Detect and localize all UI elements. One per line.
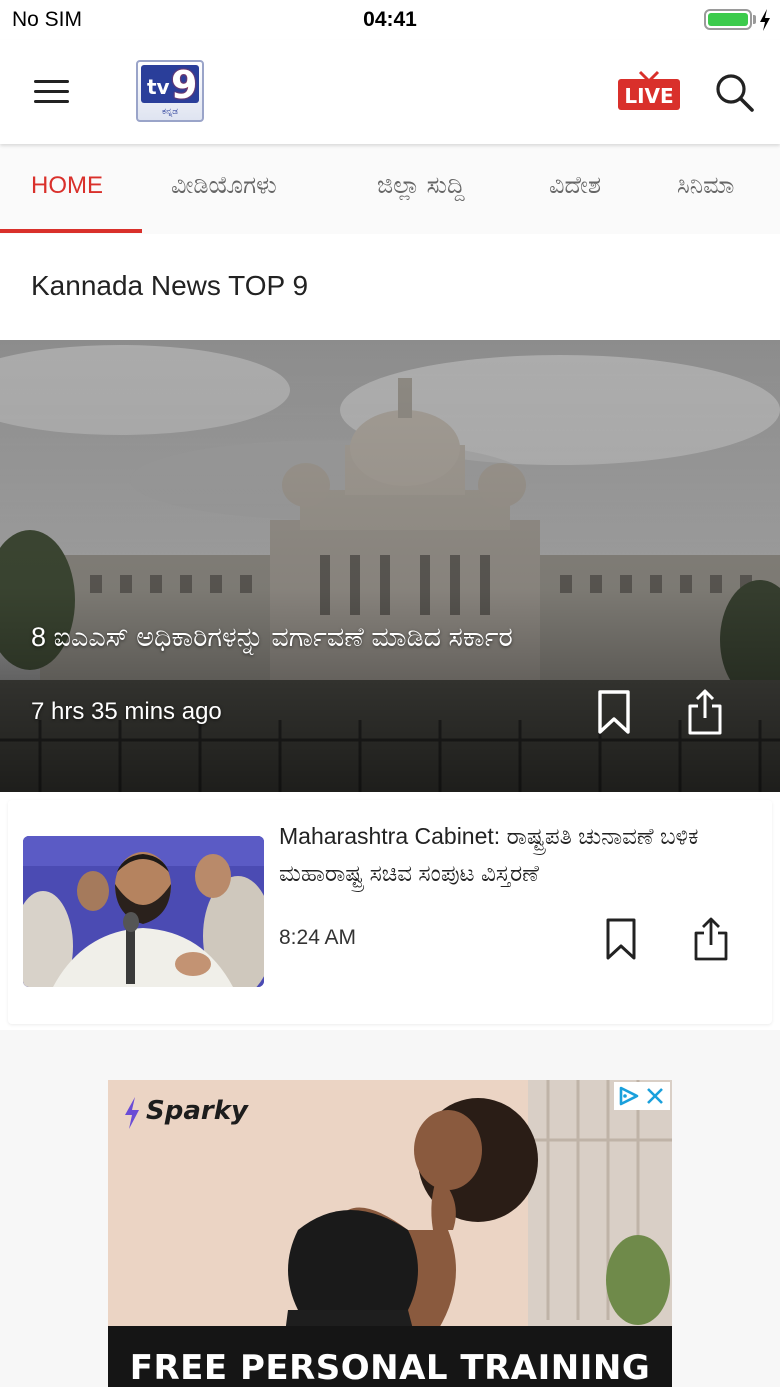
battery-tip [753,15,756,24]
share-icon[interactable] [692,916,730,962]
section-title: Kannada News TOP 9 [31,270,309,301]
tab-home[interactable]: HOME [31,172,103,200]
ad-choices-box [614,1082,670,1110]
status-bar: No SIM 04:41 [0,0,780,40]
hero-article[interactable]: 8 ಐಎಎಸ್ ಅಧಿಕಾರಿಗಳನ್ನು ವರ್ಗಾವಣೆ ಮಾಡಿದ ಸರ್… [0,340,780,792]
menu-icon[interactable] [34,76,72,106]
hero-timestamp: 7 hrs 35 mins ago [31,698,222,725]
logo-subtext: ಕನ್ನಡ [161,106,178,116]
app-header: tv 9 ಕನ್ನಡ LIVE [0,40,780,144]
bookmark-icon[interactable] [597,689,631,735]
tab-videos[interactable]: ವೀಡಿಯೊಗಳು [171,172,277,200]
sparky-bolt-icon [125,1097,139,1129]
battery-icon [704,9,752,30]
article-thumbnail [23,836,264,987]
ad-banner[interactable]: Sparky FREE PERSONAL TRAINING [108,1080,672,1387]
article-timestamp: 8:24 AM [279,926,357,949]
tab-cinema[interactable]: ಸಿನಿಮಾ [677,172,734,200]
live-label: LIVE [624,84,673,108]
article-headline[interactable]: Maharashtra Cabinet: ರಾಷ್ಟ್ರಪತಿ ಚುನಾವಣೆ … [279,818,749,892]
ad-cta-text[interactable]: FREE PERSONAL TRAINING [108,1348,672,1387]
active-tab-indicator [0,229,142,233]
charging-bolt-icon [760,9,770,31]
battery-level [708,13,748,26]
ad-brand-name: Sparky [146,1096,248,1126]
close-icon[interactable] [646,1087,664,1105]
hero-headline[interactable]: 8 ಐಎಎಸ್ ಅಧಿಕಾರಿಗಳನ್ನು ವರ್ಗಾವಣೆ ಮಾಡಿದ ಸರ್… [31,622,513,654]
live-tv-icon[interactable]: LIVE [618,70,680,112]
bookmark-icon[interactable] [605,917,637,961]
search-icon[interactable] [714,72,754,112]
tv9-logo[interactable]: tv 9 ಕನ್ನಡ [136,60,204,122]
category-tabs: HOME ವೀಡಿಯೊಗಳು ಜಿಲ್ಲಾ ಸುದ್ದಿ ವಿದೇಶ ಸಿನಿಮ… [0,144,780,234]
share-icon[interactable] [686,688,724,736]
clock: 04:41 [363,8,417,31]
adchoices-icon[interactable] [618,1086,640,1106]
tab-district-news[interactable]: ಜಿಲ್ಲಾ ಸುದ್ದಿ [377,172,465,200]
logo-badge: tv 9 [141,63,199,107]
logo-tv-text: tv [147,75,170,99]
tab-world[interactable]: ವಿದೇಶ [549,172,601,200]
article-card[interactable]: Maharashtra Cabinet: ರಾಷ್ಟ್ರಪತಿ ಚುನಾವಣೆ … [8,800,772,1024]
logo-9-text: 9 [171,63,198,107]
